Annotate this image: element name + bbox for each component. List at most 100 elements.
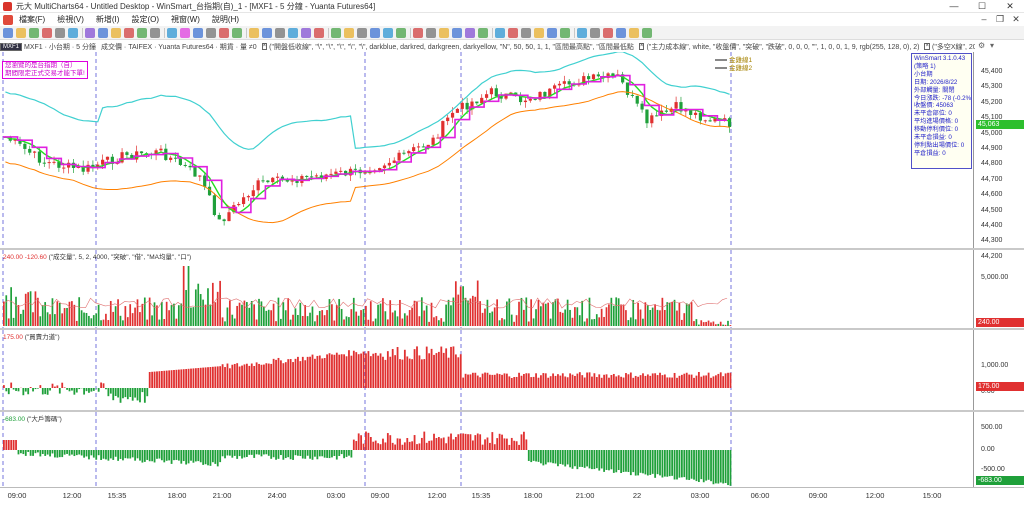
study-close-icon[interactable]: × bbox=[638, 43, 645, 50]
toolbar-tool-icon[interactable] bbox=[603, 28, 613, 38]
bigplayer-bar bbox=[131, 450, 134, 458]
toolbar-tool-icon[interactable] bbox=[357, 28, 367, 38]
minimize-button[interactable]: — bbox=[940, 0, 968, 13]
price-panel[interactable]: 您瀏覽的是台指期（自） 期間限定正式交易才能下單! 金雞線1 金雞線2 WinS… bbox=[0, 52, 1024, 260]
toolbar-tool-icon[interactable] bbox=[383, 28, 393, 38]
toolbar-tool-icon[interactable] bbox=[288, 28, 298, 38]
menu-help[interactable]: 說明(H) bbox=[206, 14, 245, 25]
buysell-bar bbox=[430, 348, 433, 388]
toolbar-tool-icon[interactable] bbox=[616, 28, 626, 38]
candle-body bbox=[587, 76, 591, 80]
bigplayer-chart[interactable] bbox=[0, 412, 1024, 487]
bigplayer-panel[interactable]: -683.00 ("大戶籌碼") 500.00 0.00 -500.00 -68… bbox=[0, 412, 1024, 487]
toolbar-tool-icon[interactable] bbox=[85, 28, 95, 38]
buysell-bar bbox=[216, 366, 219, 388]
toolbar-tool-icon[interactable] bbox=[547, 28, 557, 38]
time-axis-tick: 09:00 bbox=[370, 491, 390, 500]
toolbar-tool-icon[interactable] bbox=[167, 28, 177, 38]
toolbar-tool-icon[interactable] bbox=[111, 28, 121, 38]
toolbar-tool-icon[interactable] bbox=[275, 28, 285, 38]
bigplayer-bar bbox=[275, 450, 277, 460]
toolbar-tool-icon[interactable] bbox=[29, 28, 39, 38]
mdi-restore-button[interactable]: ❐ bbox=[994, 13, 1006, 26]
toolbar-tool-icon[interactable] bbox=[452, 28, 462, 38]
toolbar-tool-icon[interactable] bbox=[219, 28, 229, 38]
toolbar-tool-icon[interactable] bbox=[521, 28, 531, 38]
toolbar-tool-icon[interactable] bbox=[137, 28, 147, 38]
toolbar-tool-icon[interactable] bbox=[495, 28, 505, 38]
menu-file[interactable]: 檔案(F) bbox=[13, 14, 51, 25]
toolbar-tool-icon[interactable] bbox=[370, 28, 380, 38]
toolbar-tool-icon[interactable] bbox=[301, 28, 311, 38]
buysell-chart[interactable] bbox=[0, 330, 1024, 410]
chart-area[interactable]: 您瀏覽的是台指期（自） 期間限定正式交易才能下單! 金雞線1 金雞線2 WinS… bbox=[0, 52, 1024, 487]
toolbar-tool-icon[interactable] bbox=[206, 28, 216, 38]
toolbar-tool-icon[interactable] bbox=[478, 28, 488, 38]
menu-app-icon[interactable] bbox=[3, 14, 13, 25]
volume-panel[interactable]: 240.00 -120.60 ("成交量", 5, 2, 4000, "突破",… bbox=[0, 250, 1024, 328]
info-line: 外部觸量: 關閉 bbox=[914, 86, 955, 94]
toolbar-tool-icon[interactable] bbox=[590, 28, 600, 38]
candle-body bbox=[533, 98, 537, 100]
toolbar-tool-icon[interactable] bbox=[560, 28, 570, 38]
bigplayer-bar bbox=[265, 450, 268, 455]
buysell-bar bbox=[109, 388, 112, 394]
menu-view[interactable]: 檢視(V) bbox=[51, 14, 90, 25]
toolbar-tool-icon[interactable] bbox=[249, 28, 259, 38]
mdi-minimize-button[interactable]: – bbox=[978, 13, 990, 26]
maximize-button[interactable]: ☐ bbox=[968, 0, 996, 13]
buysell-bar bbox=[85, 388, 88, 392]
toolbar-tool-icon[interactable] bbox=[465, 28, 475, 38]
toolbar-tool-icon[interactable] bbox=[98, 28, 108, 38]
toolbar-tool-icon[interactable] bbox=[314, 28, 324, 38]
toolbar-tool-icon[interactable] bbox=[331, 28, 341, 38]
toolbar-tool-icon[interactable] bbox=[534, 28, 544, 38]
menu-insert[interactable]: 新增(I) bbox=[90, 14, 126, 25]
toolbar-tool-icon[interactable] bbox=[232, 28, 242, 38]
toolbar-tool-icon[interactable] bbox=[42, 28, 52, 38]
gear-icon[interactable]: ⚙ bbox=[978, 41, 987, 50]
buysell-panel[interactable]: 175.00 ("買賣力道") 1,000.00 0.00 175.00 bbox=[0, 330, 1024, 410]
toolbar-tool-icon[interactable] bbox=[124, 28, 134, 38]
toolbar-tool-icon[interactable] bbox=[193, 28, 203, 38]
buysell-bar bbox=[625, 373, 627, 388]
bigplayer-bar bbox=[46, 450, 49, 455]
study-close-icon[interactable]: × bbox=[261, 43, 268, 50]
toolbar-tool-icon[interactable] bbox=[3, 28, 13, 38]
candle-body bbox=[42, 162, 46, 164]
toolbar-tool-icon[interactable] bbox=[396, 28, 406, 38]
bigplayer-bar bbox=[63, 450, 66, 455]
dropdown-icon[interactable]: ▾ bbox=[990, 41, 999, 50]
toolbar-tool-icon[interactable] bbox=[55, 28, 65, 38]
toolbar-tool-icon[interactable] bbox=[344, 28, 354, 38]
mdi-close-button[interactable]: ✕ bbox=[1010, 13, 1022, 26]
bigplayer-bar bbox=[260, 450, 263, 457]
toolbar-tool-icon[interactable] bbox=[262, 28, 272, 38]
close-button[interactable]: ✕ bbox=[996, 0, 1024, 13]
toolbar-tool-icon[interactable] bbox=[180, 28, 190, 38]
toolbar-tool-icon[interactable] bbox=[577, 28, 587, 38]
toolbar-tool-icon[interactable] bbox=[16, 28, 26, 38]
buysell-bar bbox=[629, 372, 632, 388]
price-chart[interactable] bbox=[0, 52, 1024, 248]
toolbar-tool-icon[interactable] bbox=[426, 28, 436, 38]
menu-window[interactable]: 視窗(W) bbox=[165, 14, 206, 25]
symbol-badge[interactable]: MXF1 bbox=[0, 42, 23, 51]
bigplayer-bar bbox=[386, 433, 389, 450]
volume-bar bbox=[651, 307, 654, 326]
legend-item-1: 金雞線1 bbox=[715, 57, 752, 65]
toolbar-tool-icon[interactable] bbox=[642, 28, 652, 38]
time-axis[interactable]: 09:00 12:00 15:35 18:00 21:00 24:00 03:00 09:00… bbox=[0, 487, 1024, 507]
menu-settings[interactable]: 設定(O) bbox=[125, 14, 165, 25]
toolbar-tool-icon[interactable] bbox=[68, 28, 78, 38]
toolbar-tool-icon[interactable] bbox=[413, 28, 423, 38]
bigplayer-bar bbox=[338, 450, 341, 456]
toolbar-tool-icon[interactable] bbox=[508, 28, 518, 38]
study-close-icon[interactable]: × bbox=[924, 43, 930, 50]
toolbar-tool-icon[interactable] bbox=[439, 28, 449, 38]
toolbar-tool-icon[interactable] bbox=[150, 28, 160, 38]
toolbar-tool-icon[interactable] bbox=[629, 28, 639, 38]
volume-chart[interactable] bbox=[0, 250, 1024, 328]
time-axis-tick: 22 bbox=[632, 491, 642, 500]
volume-last-tag: 240.00 bbox=[976, 318, 1024, 327]
